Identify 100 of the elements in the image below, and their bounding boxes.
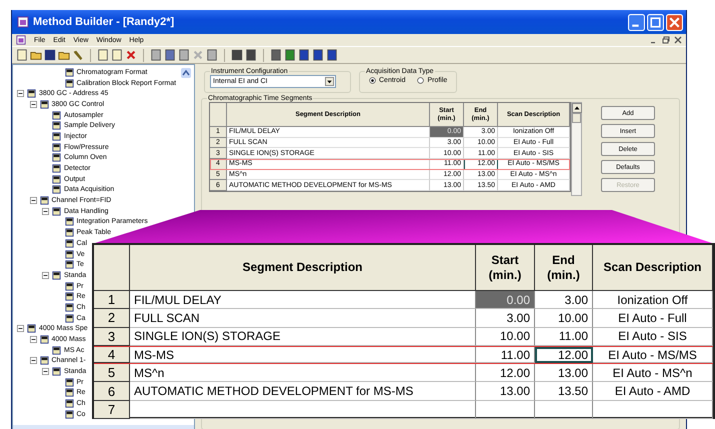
- module-icon: [64, 399, 74, 408]
- collapse-icon[interactable]: [42, 208, 49, 215]
- module-icon: [64, 228, 74, 238]
- module-icon: [52, 270, 61, 280]
- minimize-icon[interactable]: [628, 14, 645, 30]
- table-cell: EI Auto - MS/MS: [593, 346, 713, 364]
- column-header: Start (min.): [476, 245, 535, 291]
- module-icon: [64, 378, 74, 387]
- module-icon: [27, 89, 36, 98]
- radio-button[interactable]: [369, 77, 376, 84]
- row-number: 7: [94, 400, 130, 420]
- table-row[interactable]: 1 FIL/MUL DELAY 0.00 3.00 Ionization Off: [94, 291, 713, 310]
- module-icon: [64, 238, 74, 248]
- table-cell: MS-MS: [130, 346, 476, 364]
- table-cell: 13.00: [476, 382, 535, 401]
- module-icon: [52, 142, 61, 152]
- table-cell: 12.00: [535, 346, 593, 364]
- table-cell: 13.50: [535, 382, 593, 401]
- column-header: Segment Description: [130, 245, 476, 291]
- table-cell: 11.00: [476, 346, 535, 364]
- module-icon: [64, 250, 74, 259]
- maximize-icon[interactable]: [647, 14, 664, 30]
- table-row[interactable]: 7: [94, 400, 713, 420]
- scroll-thumb[interactable]: [572, 113, 581, 123]
- table-cell: FULL SCAN: [130, 309, 476, 328]
- module-icon: [64, 78, 74, 88]
- table-cell: 10.00: [476, 328, 535, 346]
- collapse-icon[interactable]: [30, 100, 36, 108]
- module-icon: [52, 121, 61, 130]
- module-icon: [52, 206, 61, 216]
- module-icon: [40, 335, 48, 344]
- module-icon: [64, 410, 74, 419]
- table-cell: EI Auto - AMD: [593, 382, 713, 401]
- table-cell: SINGLE ION(S) STORAGE: [130, 328, 476, 346]
- row-number: 4: [94, 346, 130, 364]
- module-icon: [64, 388, 74, 398]
- table-row[interactable]: 6 AUTOMATIC METHOD DEVELOPMENT for MS-MS 13.00 13.50 EI Auto - AMD: [94, 382, 713, 401]
- table-cell: Ionization Off: [593, 291, 713, 310]
- module-icon: [64, 292, 74, 302]
- table-row[interactable]: 3 SINGLE ION(S) STORAGE 10.00 11.00 EI Auto - SIS: [94, 328, 713, 346]
- column-header: Scan Description: [593, 245, 713, 291]
- corner-cell: [210, 103, 227, 127]
- collapse-icon[interactable]: [42, 368, 49, 376]
- table-cell: 0.00: [476, 291, 535, 310]
- table-cell: 3.00: [476, 309, 535, 328]
- table-row[interactable]: 4 MS-MS 11.00 12.00 EI Auto - MS/MS: [94, 346, 713, 364]
- close-icon[interactable]: [674, 36, 682, 44]
- module-icon: [52, 153, 61, 162]
- module-icon: [40, 100, 48, 109]
- row-number: 1: [94, 291, 130, 310]
- table-row[interactable]: 2 FULL SCAN 3.00 10.00 EI Auto - Full: [94, 309, 713, 328]
- table-cell: 13.00: [535, 364, 593, 382]
- module-icon: [64, 260, 74, 270]
- restore-icon[interactable]: [662, 36, 670, 44]
- table-cell: 11.00: [535, 328, 593, 346]
- module-icon: [52, 164, 61, 174]
- row-number: 6: [94, 382, 130, 401]
- collapse-icon[interactable]: [30, 357, 36, 364]
- collapse-icon[interactable]: [30, 336, 36, 344]
- application-icon: [17, 16, 29, 28]
- module-icon: [64, 282, 74, 291]
- vertical-scrollbar[interactable]: [571, 102, 582, 196]
- row-number: 5: [94, 364, 130, 382]
- table-cell: EI Auto - SIS: [593, 328, 713, 346]
- module-icon: [64, 217, 74, 226]
- module-icon: [52, 346, 61, 355]
- module-icon: [64, 68, 74, 77]
- collapse-icon[interactable]: [17, 325, 24, 332]
- table-cell: AUTOMATIC METHOD DEVELOPMENT for MS-MS: [130, 382, 476, 401]
- window-title: Method Builder - [Randy2*]: [33, 16, 176, 28]
- table-cell: FIL/MUL DELAY: [130, 291, 476, 310]
- table-cell: 12.00: [476, 364, 535, 382]
- collapse-icon[interactable]: [17, 90, 24, 98]
- module-icon: [52, 185, 61, 194]
- module-icon: [64, 314, 74, 323]
- module-icon: [27, 324, 36, 334]
- radio-button[interactable]: [417, 77, 424, 84]
- module-icon: [52, 132, 61, 141]
- module-icon: [40, 356, 48, 366]
- module-icon: [52, 110, 61, 120]
- module-icon: [52, 367, 61, 376]
- table-cell: EI Auto - Full: [593, 309, 713, 328]
- module-icon: [40, 196, 48, 206]
- module-icon: [52, 174, 61, 184]
- table-cell: MS^n: [130, 364, 476, 382]
- table-cell: 3.00: [535, 291, 593, 310]
- row-number: 2: [94, 309, 130, 328]
- table-cell: 10.00: [535, 309, 593, 328]
- column-header: End (min.): [535, 245, 593, 291]
- row-number: 3: [94, 328, 130, 346]
- collapse-icon[interactable]: [30, 197, 36, 204]
- folder-icon[interactable]: [30, 49, 42, 61]
- module-icon: [64, 302, 74, 312]
- scroll-up-icon[interactable]: [572, 103, 582, 113]
- collapse-icon[interactable]: [42, 272, 49, 279]
- table-cell: EI Auto - MS^n: [593, 364, 713, 382]
- corner-cell: [94, 245, 130, 291]
- delete-document-icon[interactable]: [125, 49, 137, 61]
- table-row[interactable]: 5 MS^n 12.00 13.00 EI Auto - MS^n: [94, 364, 713, 382]
- folder-icon[interactable]: [58, 49, 70, 61]
